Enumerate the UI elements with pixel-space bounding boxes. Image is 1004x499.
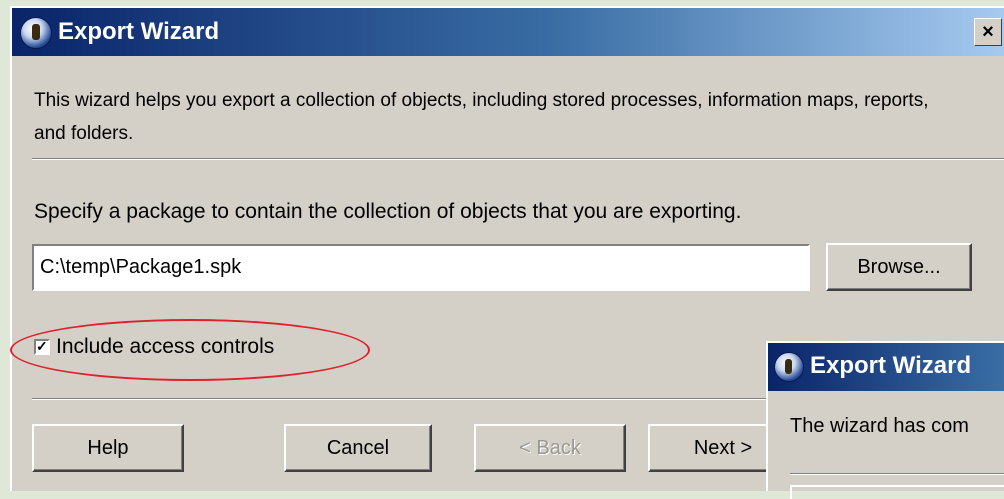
completion-dialog-title: Export Wizard [810, 352, 972, 379]
wizard-icon [20, 17, 52, 49]
wizard-icon [774, 352, 804, 382]
help-button[interactable]: Help [32, 424, 184, 472]
package-path-input[interactable] [32, 244, 810, 291]
dialog-title: Export Wizard [58, 18, 220, 45]
include-access-controls-checkbox[interactable]: ✓ [34, 338, 50, 355]
completion-button-edge[interactable] [790, 485, 1004, 499]
intro-text: This wizard helps you export a collectio… [34, 90, 929, 144]
close-icon[interactable]: × [974, 18, 1002, 46]
divider-top [32, 158, 1004, 160]
specify-label: Specify a package to contain the collect… [34, 200, 742, 223]
checkbox-checked-icon: ✓ [36, 338, 48, 354]
cancel-button[interactable]: Cancel [284, 424, 432, 472]
include-access-controls-label: Include access controls [56, 335, 275, 358]
completion-message: The wizard has com [790, 415, 969, 437]
browse-button[interactable]: Browse... [826, 243, 972, 291]
include-access-controls-option[interactable]: ✓ Include access controls [34, 332, 274, 362]
title-bar[interactable]: Export Wizard × [12, 8, 1004, 56]
completion-divider [790, 473, 1004, 475]
export-wizard-completion-dialog: Export Wizard The wizard has com [766, 341, 1004, 499]
completion-title-bar[interactable]: Export Wizard [768, 343, 1004, 391]
back-button[interactable]: < Back [474, 424, 626, 472]
